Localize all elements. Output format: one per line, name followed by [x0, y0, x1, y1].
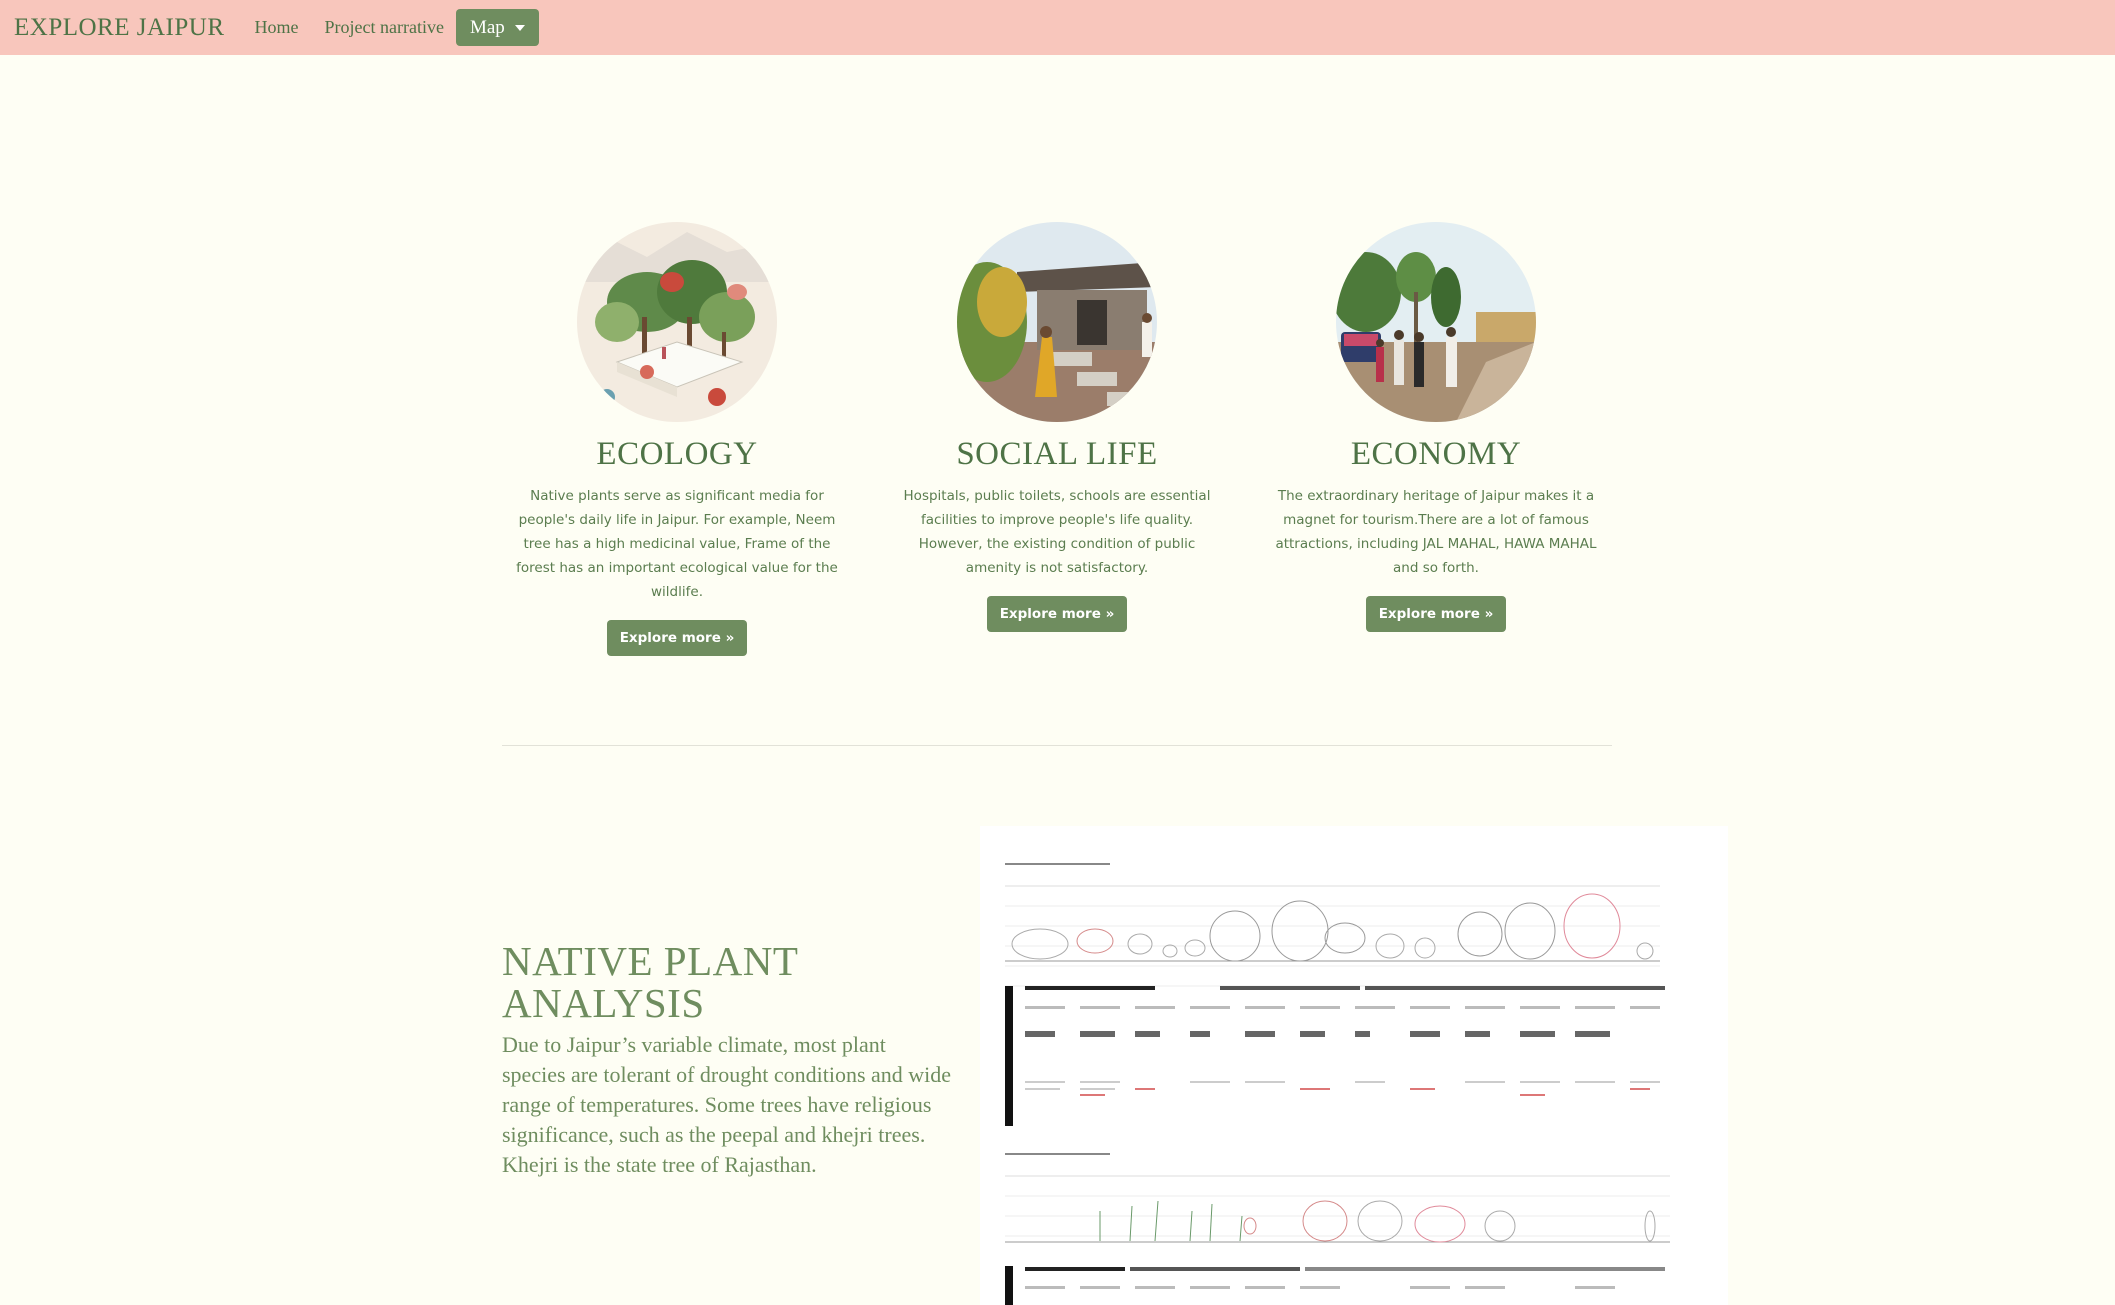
- card-description: Hospitals, public toilets, schools are e…: [903, 488, 1211, 577]
- brand-link[interactable]: EXPLORE JAIPUR: [14, 14, 225, 42]
- nav-project-narrative-link[interactable]: Project narrative: [325, 17, 444, 38]
- card-description: Native plants serve as significant media…: [516, 488, 838, 601]
- card-description: The extraordinary heritage of Jaipur mak…: [1275, 488, 1597, 577]
- top-navbar: EXPLORE JAIPUR Home Project narrative Ma…: [0, 0, 2115, 55]
- card-ecology: ECOLOGY Native plants serve as significa…: [507, 222, 847, 657]
- nav-map-label: Map: [469, 16, 505, 38]
- economy-image: [1336, 222, 1536, 422]
- card-title: SOCIAL LIFE: [956, 436, 1158, 472]
- plant-species-diagram-image: [980, 826, 1728, 1305]
- card-economy: ECONOMY The extraordinary heritage of Ja…: [1266, 222, 1606, 633]
- card-social-life: SOCIAL LIFE Hospitals, public toilets, s…: [887, 222, 1227, 633]
- nav-home-link[interactable]: Home: [255, 17, 299, 38]
- explore-more-button[interactable]: Explore more »: [986, 596, 1128, 633]
- explore-more-button[interactable]: Explore more »: [606, 620, 748, 657]
- card-title: ECONOMY: [1350, 436, 1522, 472]
- native-plant-analysis-text: Due to Jaipur’s variable climate, most p…: [502, 1032, 952, 1177]
- social-life-image: [957, 222, 1157, 422]
- nav-map-dropdown[interactable]: Map: [455, 9, 539, 46]
- section-divider: [502, 745, 1612, 746]
- native-plant-analysis-heading: NATIVE PLANT ANALYSIS: [502, 938, 798, 1026]
- caret-down-icon: [514, 24, 525, 31]
- card-title: ECOLOGY: [596, 436, 758, 472]
- ecology-image: [577, 222, 777, 422]
- explore-more-button[interactable]: Explore more »: [1365, 596, 1507, 633]
